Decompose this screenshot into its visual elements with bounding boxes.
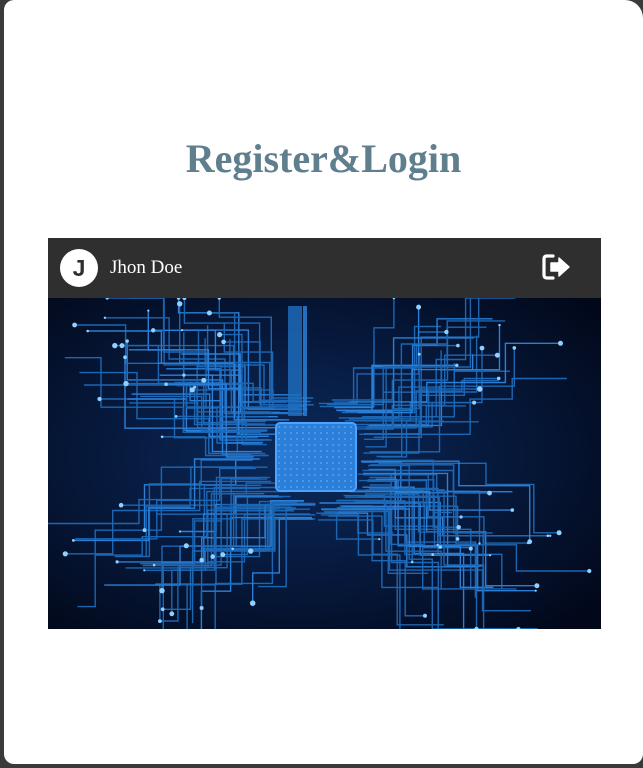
avatar[interactable]: J (60, 249, 98, 287)
circuit-pad (174, 415, 178, 418)
circuit-pad (152, 563, 156, 567)
circuit-pad (249, 600, 256, 606)
circuit-pad (143, 569, 146, 572)
circuit-pad (416, 304, 422, 310)
circuit-pad (456, 525, 461, 530)
circuit-pad (160, 607, 165, 612)
circuit-pad (97, 396, 102, 402)
circuit-pad (159, 588, 165, 594)
circuit-pad (477, 386, 483, 392)
circuit-pad (248, 548, 254, 554)
sign-out-icon (542, 254, 570, 280)
circuit-pad (546, 534, 550, 537)
circuit-pad (549, 534, 552, 537)
circuit-pad (72, 539, 75, 542)
circuit-pad (487, 490, 492, 496)
circuit-pad (455, 537, 460, 541)
circuit-pad (119, 343, 125, 349)
circuit-pad (496, 376, 501, 381)
circuit-pad (558, 340, 563, 346)
circuit-pad (199, 557, 204, 563)
circuit-pad (456, 343, 460, 348)
circuit-pad (160, 435, 164, 439)
circuit-pad (534, 589, 537, 592)
circuit-pad (199, 606, 204, 610)
circuit-pad (180, 329, 184, 332)
profile-card: J Jhon Doe (48, 238, 601, 629)
circuit-pad (86, 329, 89, 333)
circuit-pad (455, 363, 459, 367)
circuit-pad (201, 377, 207, 383)
circuit-pad (417, 352, 421, 356)
circuit-pad (423, 613, 427, 618)
circuit-pad (498, 323, 501, 327)
circuit-pad (431, 553, 435, 556)
circuit-pad (112, 342, 118, 349)
circuit-pad (510, 508, 515, 512)
circuit-pad (378, 538, 381, 541)
circuit-pad (556, 530, 562, 536)
circuit-pad (72, 322, 77, 328)
circuit-pad (494, 352, 500, 358)
circuit-pad (169, 611, 175, 617)
circuit-pad (468, 546, 473, 551)
circuit-pad (183, 543, 189, 549)
circuit-pad (478, 542, 481, 545)
circuit-pad (115, 560, 119, 564)
circuit-pad (125, 339, 129, 343)
circuit-pad (151, 328, 156, 333)
circuit-pad (182, 373, 186, 377)
circuit-pad (438, 545, 443, 549)
circuit-board-image (48, 298, 601, 629)
circuit-pad (210, 554, 215, 559)
circuit-pad (221, 339, 226, 345)
circuit-pad (158, 619, 162, 623)
circuit-pad (444, 329, 449, 335)
main-panel: Register&Login J Jhon Doe (4, 0, 643, 764)
circuit-pad (489, 554, 492, 557)
circuit-pad (103, 316, 107, 319)
circuit-pad (118, 502, 124, 508)
circuit-pad (123, 355, 127, 359)
circuit-pad (62, 551, 68, 557)
circuit-pad (479, 345, 485, 351)
circuit-pad (147, 309, 150, 312)
circuit-pad (206, 310, 212, 316)
circuit-pad (410, 560, 414, 564)
circuit-pad (217, 332, 223, 338)
circuit-pad (436, 543, 439, 547)
circuit-pad (142, 528, 147, 533)
circuit-pad (459, 515, 463, 519)
circuit-pad (123, 380, 129, 387)
logout-button[interactable] (540, 252, 574, 282)
circuit-pad (527, 539, 533, 545)
circuit-pad (193, 385, 197, 389)
circuit-pad (472, 400, 477, 405)
profile-header: J Jhon Doe (48, 238, 601, 298)
circuit-pad (177, 301, 183, 307)
circuit-pad (231, 547, 234, 551)
circuit-pad (534, 583, 540, 589)
circuit-pad (164, 382, 168, 386)
circuit-pad (587, 568, 592, 574)
circuit-pad (220, 552, 226, 558)
page-title: Register&Login (185, 136, 462, 181)
circuit-pad (512, 346, 517, 350)
circuit-pad (178, 530, 182, 533)
user-name: Jhon Doe (110, 257, 183, 278)
